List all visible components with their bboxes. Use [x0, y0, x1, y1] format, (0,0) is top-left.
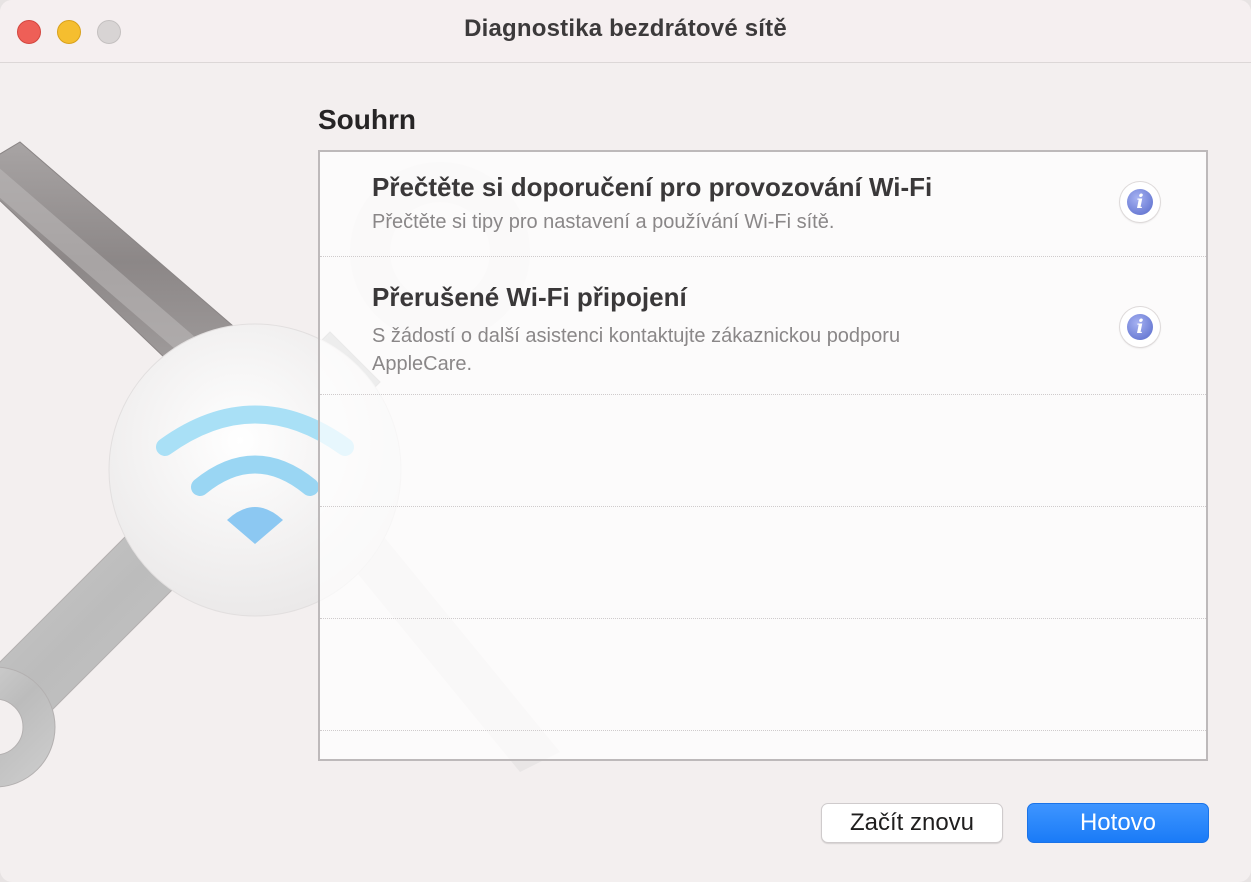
info-icon: i [1127, 314, 1153, 340]
restart-button[interactable]: Začít znovu [821, 803, 1003, 843]
window-title: Diagnostika bezdrátové sítě [464, 15, 787, 42]
list-item[interactable]: Přerušené Wi-Fi připojení S žádostí o da… [320, 257, 1206, 395]
list-item-subtitle: S žádostí o další asistenci kontaktujte … [372, 325, 901, 375]
title-bar: Diagnostika bezdrátové sítě [0, 0, 1251, 63]
empty-row [320, 507, 1206, 619]
info-button[interactable]: i [1120, 307, 1160, 347]
empty-row [320, 619, 1206, 731]
info-button[interactable]: i [1120, 182, 1160, 222]
info-icon: i [1127, 189, 1153, 215]
done-button[interactable]: Hotovo [1027, 803, 1209, 843]
summary-list: Přečtěte si doporučení pro provozování W… [318, 150, 1208, 761]
list-item-title: Přečtěte si doporučení pro provozování W… [372, 172, 933, 202]
wireless-diagnostics-window: Diagnostika bezdrátové sítě Souhrn Přečt… [0, 0, 1251, 882]
empty-row [320, 395, 1206, 507]
list-item-subtitle: Přečtěte si tipy pro nastavení a používá… [372, 211, 835, 233]
list-item-title: Přerušené Wi-Fi připojení [372, 282, 687, 312]
list-item[interactable]: Přečtěte si doporučení pro provozování W… [320, 152, 1206, 257]
summary-heading: Souhrn [318, 104, 416, 135]
